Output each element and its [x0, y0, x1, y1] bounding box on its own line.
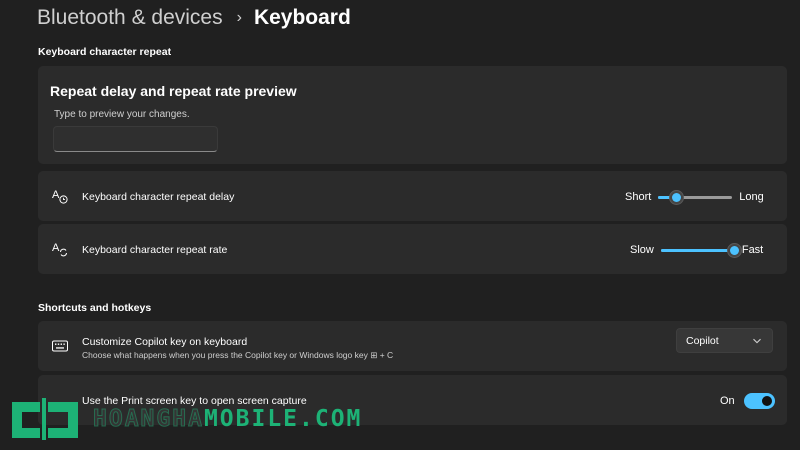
- copilot-key-label: Customize Copilot key on keyboard: [82, 336, 248, 348]
- repeat-rate-slider-thumb[interactable]: [727, 242, 743, 258]
- repeat-delay-slider-group: Short Long: [625, 187, 764, 207]
- watermark-text-part2: MOBILE.COM: [203, 406, 363, 432]
- chevron-down-icon: [753, 338, 761, 343]
- keyboard-delay-icon: A: [52, 189, 68, 204]
- repeat-rate-min-label: Slow: [630, 244, 654, 256]
- repeat-delay-row: A Keyboard character repeat delay Short …: [38, 171, 787, 221]
- repeat-delay-min-label: Short: [625, 191, 652, 203]
- watermark-logo-icon: [12, 398, 78, 440]
- repeat-rate-label: Keyboard character repeat rate: [82, 244, 228, 256]
- copilot-key-description: Choose what happens when you press the C…: [82, 350, 394, 360]
- keyboard-icon: [52, 340, 68, 352]
- repeat-delay-slider-thumb[interactable]: [669, 189, 685, 205]
- preview-input[interactable]: [53, 126, 218, 152]
- repeat-rate-row: A Keyboard character repeat rate Slow Fa…: [38, 224, 787, 274]
- section-title-shortcuts: Shortcuts and hotkeys: [38, 302, 152, 314]
- toggle-knob: [762, 396, 772, 406]
- keyboard-rate-icon: A: [52, 242, 67, 257]
- svg-text:A: A: [52, 189, 60, 201]
- repeat-rate-slider[interactable]: [660, 242, 743, 258]
- copilot-key-dropdown-value: Copilot: [686, 334, 719, 347]
- breadcrumb: Bluetooth & devices › Keyboard: [37, 4, 351, 32]
- copilot-key-row: Customize Copilot key on keyboard Choose…: [38, 321, 787, 371]
- watermark-text-part1: HOANGHA: [93, 406, 204, 433]
- repeat-rate-max-label: Fast: [741, 244, 764, 256]
- print-screen-toggle-state: On: [720, 395, 735, 407]
- preview-card: Repeat delay and repeat rate preview Typ…: [38, 66, 787, 164]
- page-title: Keyboard: [253, 6, 351, 29]
- print-screen-toggle[interactable]: [744, 393, 775, 409]
- watermark: HOANGHAMOBILE.COM: [8, 394, 362, 444]
- breadcrumb-separator: ›: [236, 9, 242, 26]
- repeat-delay-label: Keyboard character repeat delay: [82, 191, 235, 203]
- breadcrumb-parent-link[interactable]: Bluetooth & devices: [37, 6, 223, 30]
- copilot-key-dropdown[interactable]: Copilot: [676, 328, 773, 353]
- preview-title: Repeat delay and repeat rate preview: [50, 83, 297, 99]
- repeat-rate-slider-fill: [660, 248, 735, 252]
- section-title-repeat: Keyboard character repeat: [38, 46, 172, 58]
- repeat-rate-slider-group: Slow Fast: [630, 240, 763, 260]
- repeat-delay-slider[interactable]: [658, 189, 733, 205]
- svg-text:A: A: [52, 242, 60, 254]
- preview-hint: Type to preview your changes.: [54, 109, 190, 120]
- repeat-delay-max-label: Long: [739, 191, 764, 203]
